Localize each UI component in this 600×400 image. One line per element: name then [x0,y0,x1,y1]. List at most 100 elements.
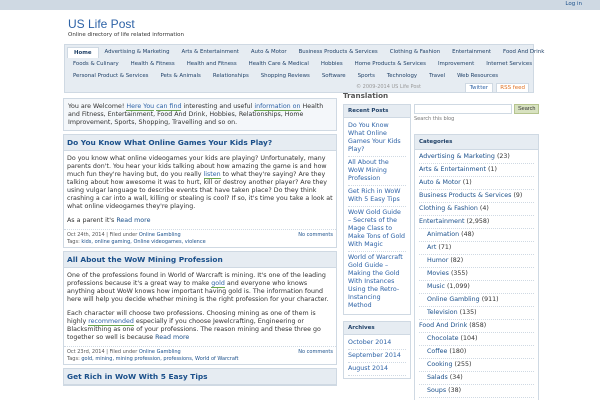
nav-home-products[interactable]: Home Products & Services [349,59,432,70]
nav-business-products[interactable]: Business Products & Services [293,47,384,58]
category-item: Music (1,099) [419,281,534,294]
search-label: Search this blog [414,116,455,122]
nav-pets-animals[interactable]: Pets & Animals [154,71,206,82]
nav-personal-product[interactable]: Personal Product & Services [67,71,154,82]
welcome-link-here-you[interactable]: Here You [126,103,155,111]
categories-title: Categories [415,135,538,150]
category-link[interactable]: Television [427,309,458,316]
category-item: Advertising & Marketing (23) [419,151,534,164]
post-date: Oct 23rd, 2014 | Filed under [67,349,139,356]
nav-advertising-marketing[interactable]: Advertising & Marketing [99,47,176,58]
recent-post-link[interactable]: World of Warcraft Gold Guide – Making th… [348,252,406,312]
post-inline-link[interactable]: gold [211,280,225,289]
post-tags-links[interactable]: kids, online gaming, Online videogames, … [81,239,205,245]
category-link[interactable]: Cooking [427,361,453,368]
twitter-link[interactable]: Twitter [464,83,493,93]
category-count: (1) [488,166,497,173]
post-text: As a parent it's [67,217,117,225]
post-inline-link[interactable]: listen [203,171,221,180]
nav-clothing-fashion[interactable]: Clothing & Fashion [384,47,446,58]
category-item: Arts & Entertainment (1) [419,164,534,177]
comments-link[interactable]: No comments [298,232,333,239]
middle-sidebar: Translation Recent Posts Do You Know Wha… [343,91,411,385]
category-link[interactable]: Online Gambling [427,296,480,303]
category-count: (1,099) [446,283,470,290]
post-title[interactable]: Get Rich in WoW With 5 Easy Tips [64,369,336,386]
recent-posts-title: Recent Posts [344,105,410,118]
comments-link[interactable]: No comments [298,349,333,356]
post-category-link[interactable]: Online Gambling [139,232,181,238]
category-link[interactable]: Salads [427,374,448,381]
nav-home[interactable]: Home [67,47,99,58]
nav-relationships[interactable]: Relationships [207,71,255,82]
post-tags-links[interactable]: gold, mining, mining profession, profess… [81,356,238,362]
recent-post-link[interactable]: Do You Know What Online Games Your Kids … [348,120,406,157]
category-link[interactable]: Clothing & Fashion [419,205,478,212]
nav-foods-culinary[interactable]: Foods & Culinary [67,59,125,70]
category-link[interactable]: Art [427,244,436,251]
category-link[interactable]: Soups [427,387,446,394]
nav-entertainment[interactable]: Entertainment [446,47,497,58]
nav-internet-services[interactable]: Internet Services [480,59,538,70]
nav-health-and-fitness[interactable]: Health and Fitness [181,59,243,70]
category-link[interactable]: Music [427,283,445,290]
category-link[interactable]: Animation [427,231,459,238]
post-title[interactable]: Do You Know What Online Games Your Kids … [64,135,336,152]
nav-travel[interactable]: Travel [423,71,451,82]
site-title[interactable]: US Life Post [68,17,135,31]
nav-auto-motor[interactable]: Auto & Motor [245,47,293,58]
category-link[interactable]: Entertainment [419,218,464,225]
nav-health-care-medical[interactable]: Health Care & Medical [243,59,315,70]
search-input[interactable] [414,104,512,114]
category-link[interactable]: Auto & Motor [419,179,461,186]
post-body: One of the professions found in World of… [64,268,336,346]
login-link[interactable]: Log in [565,1,582,7]
nav-sports[interactable]: Sports [352,71,381,82]
archive-link[interactable]: August 2014 [348,363,406,376]
nav-health-fitness[interactable]: Health & Fitness [125,59,181,70]
category-link[interactable]: Chocolate [427,335,459,342]
nav-web-resources[interactable]: Web Resources [451,71,504,82]
nav-improvement[interactable]: Improvement [432,59,480,70]
category-link[interactable]: Food And Drink [419,322,467,329]
nav-row-2: Foods & Culinary Health & Fitness Health… [67,59,538,70]
category-link[interactable]: Movies [427,270,449,277]
post-inline-link[interactable]: recommended [88,318,134,327]
post-category-link[interactable]: Online Gambling [139,349,181,355]
category-link[interactable]: Business Products & Services [419,192,511,199]
read-more-link[interactable]: Read more [155,334,189,341]
rss-feed-link[interactable]: RSS feed [496,83,529,93]
archive-link[interactable]: October 2014 [348,337,406,350]
archive-link[interactable]: September 2014 [348,350,406,363]
category-link[interactable]: Humor [427,257,448,264]
nav-food-and-drink[interactable]: Food And Drink [497,47,550,58]
welcome-box: You are Welcome! Here You can find inter… [63,98,337,132]
nav-hobbies[interactable]: Hobbies [315,59,349,70]
recent-post-link[interactable]: WoW Gold Guide – Secrets of the Mage Cla… [348,207,406,252]
nav-row-3: Personal Product & Services Pets & Anima… [67,71,504,82]
category-count: (82) [450,257,464,264]
search-button[interactable]: Search [514,104,540,114]
nav-shopping-reviews[interactable]: Shopping Reviews [255,71,316,82]
nav-technology[interactable]: Technology [381,71,423,82]
nav-arts-entertainment[interactable]: Arts & Entertainment [176,47,245,58]
welcome-link-can-find[interactable]: can find [156,103,182,111]
category-count: (4) [479,205,489,212]
post-body: Do you know what online videogames your … [64,151,336,229]
category-link[interactable]: Arts & Entertainment [419,166,486,173]
category-link[interactable]: Advertising & Marketing [419,153,495,160]
post-title[interactable]: All About the WoW Mining Profession [64,252,336,269]
category-item: Business Products & Services (9) [419,190,534,203]
welcome-link-information-on[interactable]: information on [254,103,301,111]
category-count: (38) [448,387,462,394]
recent-post-link[interactable]: All About the WoW Mining Profession [348,157,406,186]
recent-post-link[interactable]: Get Rich in WoW With 5 Easy Tips [348,186,406,207]
read-more-link[interactable]: Read more [116,217,150,224]
post-paragraph: Each character will choose two professio… [67,310,333,342]
post-3: Get Rich in WoW With 5 Easy Tips [63,368,337,387]
welcome-text-mid: interesting and useful [181,103,255,110]
main-navigation: Home Advertising & Marketing Arts & Ente… [64,44,544,93]
category-link[interactable]: Coffee [427,348,447,355]
category-count: (48) [461,231,475,238]
nav-software[interactable]: Software [316,71,352,82]
